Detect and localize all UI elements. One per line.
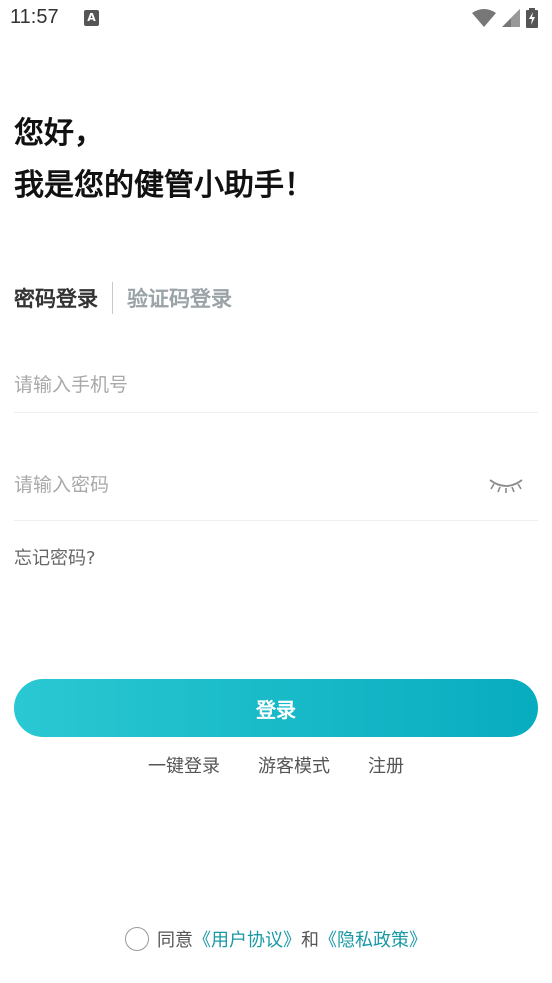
battery-charging-icon (526, 8, 538, 28)
privacy-policy-link[interactable]: 《隐私政策》 (319, 926, 427, 952)
agreement-and: 和 (301, 930, 319, 951)
phone-input[interactable] (14, 370, 474, 400)
agree-checkbox[interactable] (125, 927, 149, 951)
wifi-icon (472, 9, 496, 27)
greeting-line-2: 我是您的健管小助手！ (14, 168, 314, 203)
tab-code-login[interactable]: 验证码登录 (127, 283, 232, 313)
status-bar: 11:57 A (0, 0, 552, 36)
signal-icon (502, 9, 520, 27)
greeting-line-1: 您好， (14, 116, 104, 151)
status-time: 11:57 (10, 6, 59, 28)
phone-field (14, 360, 538, 413)
tab-divider (112, 282, 113, 314)
agreement-prefix: 同意 (157, 930, 193, 951)
quick-links: 一键登录 游客模式 注册 (0, 752, 552, 778)
login-tabs: 密码登录 验证码登录 (14, 280, 232, 316)
greeting: 您好， 我是您的健管小助手！ (14, 108, 314, 212)
notification-icon: A (84, 10, 99, 26)
status-icons (472, 8, 538, 28)
forgot-password-link[interactable]: 忘记密码? (14, 544, 96, 570)
password-input[interactable] (14, 470, 474, 500)
tab-password-login[interactable]: 密码登录 (14, 283, 98, 313)
register-link[interactable]: 注册 (368, 752, 404, 778)
password-field (14, 458, 538, 521)
agreement: 同意 《用户协议》 和 《隐私政策》 (0, 926, 552, 952)
eye-closed-icon[interactable] (488, 476, 524, 496)
guest-mode-link[interactable]: 游客模式 (258, 752, 330, 778)
login-button[interactable]: 登录 (14, 679, 538, 737)
user-agreement-link[interactable]: 《用户协议》 (193, 926, 301, 952)
one-click-login-link[interactable]: 一键登录 (148, 752, 220, 778)
